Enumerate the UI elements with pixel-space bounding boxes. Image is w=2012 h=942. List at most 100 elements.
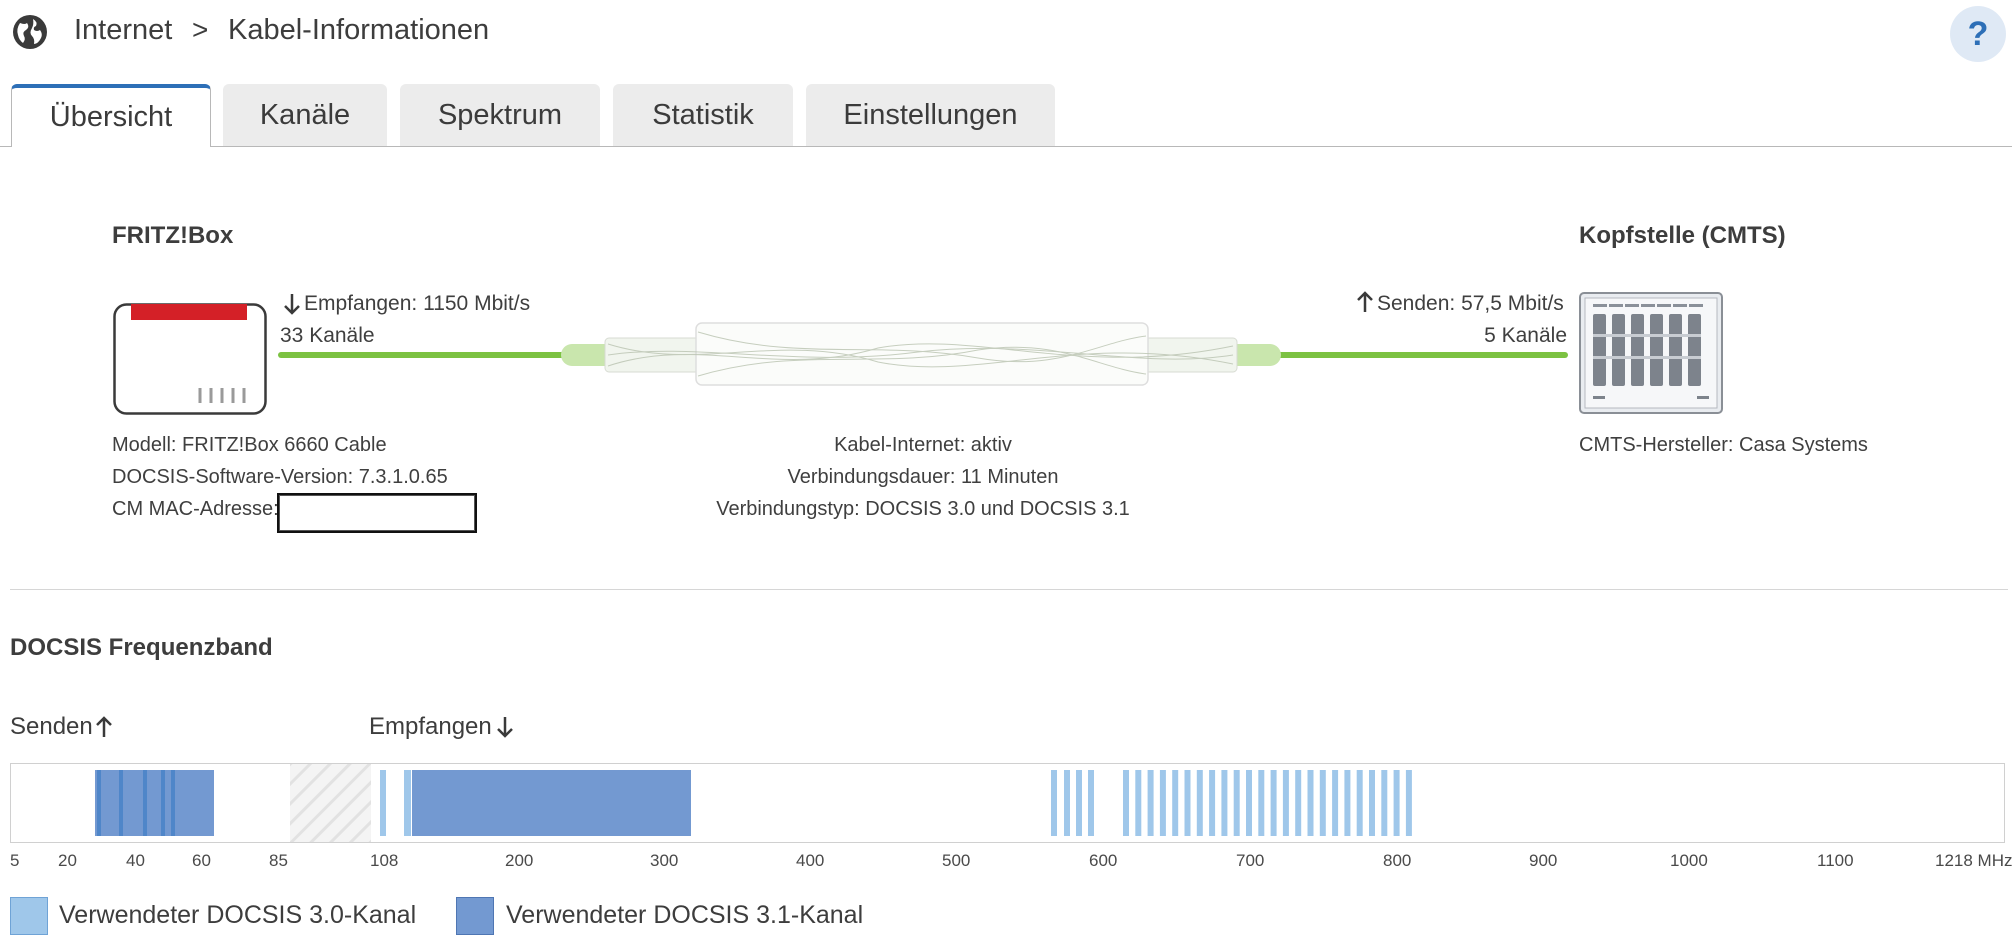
fritzbox-title: FRITZ!Box [112,222,234,249]
band-tick-label: 500 [942,851,971,870]
cm-mac-label: CM MAC-Adresse: [112,498,279,520]
downstream-channel [1405,770,1412,836]
band-send-label: Senden [10,713,93,740]
band-tick-label: 85 [269,851,288,870]
downstream-channel [1135,770,1142,836]
downstream-channel [1307,770,1314,836]
upstream-channel [119,770,123,836]
downstream-rate: Empfangen: 1150 Mbit/s [304,292,531,315]
cmts-title: Kopfstelle (CMTS) [1579,222,1786,249]
band-tick-label: 300 [650,851,679,870]
downstream-channel [1393,770,1400,836]
tab-label: Übersicht [49,101,173,133]
downstream-channel [1159,770,1166,836]
downstream-channel [1319,770,1326,836]
downstream-channel [1356,770,1363,836]
band-title: DOCSIS Frequenzband [10,634,273,661]
legend-label-docsis30: Verwendeter DOCSIS 3.0-Kanal [59,901,417,929]
band-tick-label: 400 [796,851,825,870]
page-title: Kabel-Informationen [228,14,490,46]
downstream-channel [1172,770,1179,836]
legend-swatch-docsis31 [456,897,494,935]
band-tick-label: 600 [1089,851,1118,870]
downstream-channel [1282,770,1289,836]
downstream-channel [1123,770,1129,836]
tab-underline [0,146,2012,147]
downstream-channel [1196,770,1203,836]
frequency-band-svg [95,764,1412,842]
band-tick-label: 1000 [1670,851,1708,870]
connection-type: Verbindungstyp: DOCSIS 3.0 und DOCSIS 3.… [716,498,1130,520]
tab-einstellungen[interactable]: Einstellungen [806,84,1055,146]
band-tick-label: 60 [192,851,211,870]
connection-status: Kabel-Internet: aktiv [834,434,1012,456]
downstream-ofdm-block [412,770,691,836]
help-icon[interactable]: ? [1950,6,2006,62]
downstream-channel [1064,770,1070,836]
downstream-channel [1088,770,1094,836]
band-tick-label: 40 [126,851,145,870]
tab-label: Statistik [652,98,754,131]
tab-label: Kanäle [259,98,351,131]
tab-uebersicht[interactable]: Übersicht [11,84,211,147]
upstream-rate: Senden: 57,5 Mbit/s [1377,292,1564,315]
band-tick-label: 800 [1383,851,1412,870]
downstream-channel [404,770,411,836]
band-tick-label: 700 [1236,851,1265,870]
band-tick-label: 200 [505,851,534,870]
downstream-channel [1209,770,1216,836]
frequency-band-chart [10,763,2005,843]
arrow-down-icon [284,294,300,315]
globe-icon [13,15,47,49]
tab-label: Spektrum [437,98,563,131]
upstream-channels: 5 Kanäle [1484,324,1567,347]
band-tick-label: 108 [370,851,399,870]
downstream-channel [1184,770,1191,836]
band-tick-label: 1218 MHz [1935,851,2012,870]
tab-spektrum[interactable]: Spektrum [400,84,600,146]
downstream-channel [1381,770,1388,836]
docsis-software-version: DOCSIS-Software-Version: 7.3.1.0.65 [112,466,448,488]
legend-label-docsis31: Verwendeter DOCSIS 3.1-Kanal [506,901,864,929]
upstream-channel [143,770,147,836]
tab-label: Einstellungen [843,98,1018,131]
downstream-channel [1344,770,1351,836]
downstream-channel [1258,770,1265,836]
band-tick-label: 20 [58,851,77,870]
downstream-channel [1270,770,1277,836]
band-tick-label: 5 [10,851,20,870]
fritzbox-device-icon [113,303,267,415]
downstream-channel-group [1051,770,1412,836]
downstream-channel [1221,770,1228,836]
section-divider [10,589,2008,590]
arrow-down-icon [497,717,513,738]
downstream-channel [1295,770,1302,836]
mac-address-redacted-box [277,493,477,533]
downstream-channel [1369,770,1375,836]
upstream-channel [161,770,165,836]
downstream-channel [1246,770,1252,836]
tab-statistik[interactable]: Statistik [613,84,793,146]
downstream-channel [1233,770,1240,836]
downstream-channels: 33 Kanäle [280,324,375,347]
breadcrumb-internet[interactable]: Internet [74,14,172,47]
help-label: ? [1967,14,1989,53]
connection-line-graphic [278,322,1568,386]
downstream-channel [1051,770,1057,836]
upstream-channel [171,770,175,836]
downstream-channel [380,770,386,836]
arrow-up-icon [96,716,112,737]
fritzbox-model: Modell: FRITZ!Box 6660 Cable [112,434,387,456]
band-tick-label: 900 [1529,851,1558,870]
tab-kanaele[interactable]: Kanäle [223,84,387,146]
legend-swatch-docsis30 [10,897,48,935]
band-receive-label: Empfangen [369,713,492,740]
cmts-device-icon [1579,292,1723,414]
breadcrumb-separator: > [192,14,209,45]
downstream-channel [1332,770,1339,836]
upstream-channel-block [95,770,214,836]
downstream-channel [1147,770,1154,836]
upstream-channel [97,770,101,836]
band-tick-label: 1100 [1817,851,1854,870]
cmts-manufacturer: CMTS-Hersteller: Casa Systems [1579,434,1868,456]
